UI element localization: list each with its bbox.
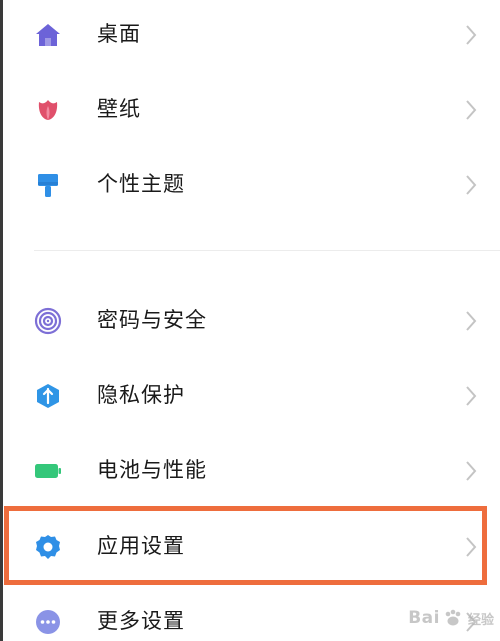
settings-item-label: 更多设置 xyxy=(97,609,185,633)
tulip-icon xyxy=(34,96,62,124)
chevron-right-icon xyxy=(464,610,478,634)
fingerprint-icon xyxy=(34,307,62,335)
settings-item-label: 密码与安全 xyxy=(97,308,207,332)
chevron-right-icon xyxy=(464,384,478,408)
settings-item-desktop[interactable]: 桌面 xyxy=(0,4,500,64)
settings-item-battery[interactable]: 电池与性能 xyxy=(0,440,500,500)
home-icon xyxy=(34,21,62,49)
section-divider xyxy=(34,250,500,251)
gear-icon xyxy=(34,533,62,561)
chevron-right-icon xyxy=(464,459,478,483)
settings-item-wallpaper[interactable]: 壁纸 xyxy=(0,79,500,139)
chevron-right-icon xyxy=(464,535,478,559)
battery-icon xyxy=(34,457,62,485)
settings-item-label: 电池与性能 xyxy=(97,458,207,482)
shield-icon xyxy=(34,382,62,410)
chevron-right-icon xyxy=(464,98,478,122)
chevron-right-icon xyxy=(464,309,478,333)
paintbrush-icon xyxy=(34,171,62,199)
chevron-right-icon xyxy=(464,173,478,197)
settings-item-more-settings[interactable]: 更多设置 xyxy=(0,591,500,641)
settings-item-privacy[interactable]: 隐私保护 xyxy=(0,365,500,425)
settings-item-themes[interactable]: 个性主题 xyxy=(0,154,500,214)
settings-screen: 桌面 壁纸 个性主题 密码与安全 隐私保护 电池与性能 应用设置 更多设置 Ba… xyxy=(0,0,500,641)
settings-item-label: 隐私保护 xyxy=(97,383,185,407)
settings-item-label: 桌面 xyxy=(97,22,141,46)
more-icon xyxy=(34,608,62,636)
settings-item-label: 壁纸 xyxy=(97,97,141,121)
settings-item-app-settings[interactable]: 应用设置 xyxy=(0,516,500,576)
settings-item-password-security[interactable]: 密码与安全 xyxy=(0,290,500,350)
chevron-right-icon xyxy=(464,23,478,47)
settings-item-label: 应用设置 xyxy=(97,534,185,558)
settings-item-label: 个性主题 xyxy=(97,172,185,196)
